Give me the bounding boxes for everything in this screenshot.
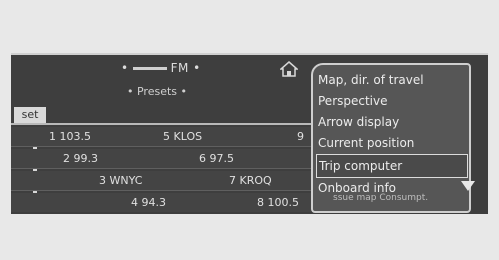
station-preset-7[interactable]: 7 KROQ xyxy=(229,171,272,190)
station-preset-8[interactable]: 8 100.5 xyxy=(257,193,299,212)
navigation-menu: Map, dir. of travel Perspective Arrow di… xyxy=(311,63,471,213)
left-marker: • xyxy=(121,61,129,75)
right-marker: • xyxy=(193,61,201,75)
set-tab[interactable]: set xyxy=(14,107,46,123)
menu-item-current-position[interactable]: Current position xyxy=(318,132,458,154)
menu-footer-text: ssue map Consumpt. xyxy=(333,193,429,203)
station-row: 2 99.3 6 97.5 xyxy=(11,149,311,169)
menu-item-arrow-display[interactable]: Arrow display xyxy=(318,111,458,133)
presets-label[interactable]: • Presets • xyxy=(127,85,187,98)
station-preset-9[interactable]: 9 xyxy=(297,127,304,146)
station-preset-6[interactable]: 6 97.5 xyxy=(199,149,234,168)
station-row: 1 103.5 5 KLOS 9 xyxy=(11,127,311,147)
scroll-down-arrow-icon[interactable] xyxy=(459,177,477,195)
audio-top-bar: • FM • • Presets • xyxy=(11,55,311,98)
divider-line xyxy=(11,123,311,125)
band-indicator-bar xyxy=(132,67,167,70)
station-preset-2[interactable]: 2 99.3 xyxy=(63,149,98,168)
menu-item-trip-computer[interactable]: Trip computer xyxy=(316,154,468,178)
navigation-display: • FM • • Presets • set 1 103.5 5 KLOS 9 2… xyxy=(11,53,488,214)
station-row: 4 94.3 8 100.5 xyxy=(11,193,311,212)
home-icon[interactable] xyxy=(280,61,298,77)
menu-item-perspective[interactable]: Perspective xyxy=(318,90,458,112)
station-preset-4[interactable]: 4 94.3 xyxy=(131,193,166,212)
station-preset-3[interactable]: 3 WNYC xyxy=(99,171,142,190)
station-preset-5[interactable]: 5 KLOS xyxy=(163,127,202,146)
screenshot-frame: • FM • • Presets • set 1 103.5 5 KLOS 9 2… xyxy=(0,0,499,260)
menu-item-map-direction[interactable]: Map, dir. of travel xyxy=(318,69,458,91)
band-label: FM xyxy=(170,61,189,75)
station-preset-1[interactable]: 1 103.5 xyxy=(49,127,91,146)
station-row: 3 WNYC 7 KROQ xyxy=(11,171,311,191)
band-selector[interactable]: • FM • xyxy=(121,61,201,75)
